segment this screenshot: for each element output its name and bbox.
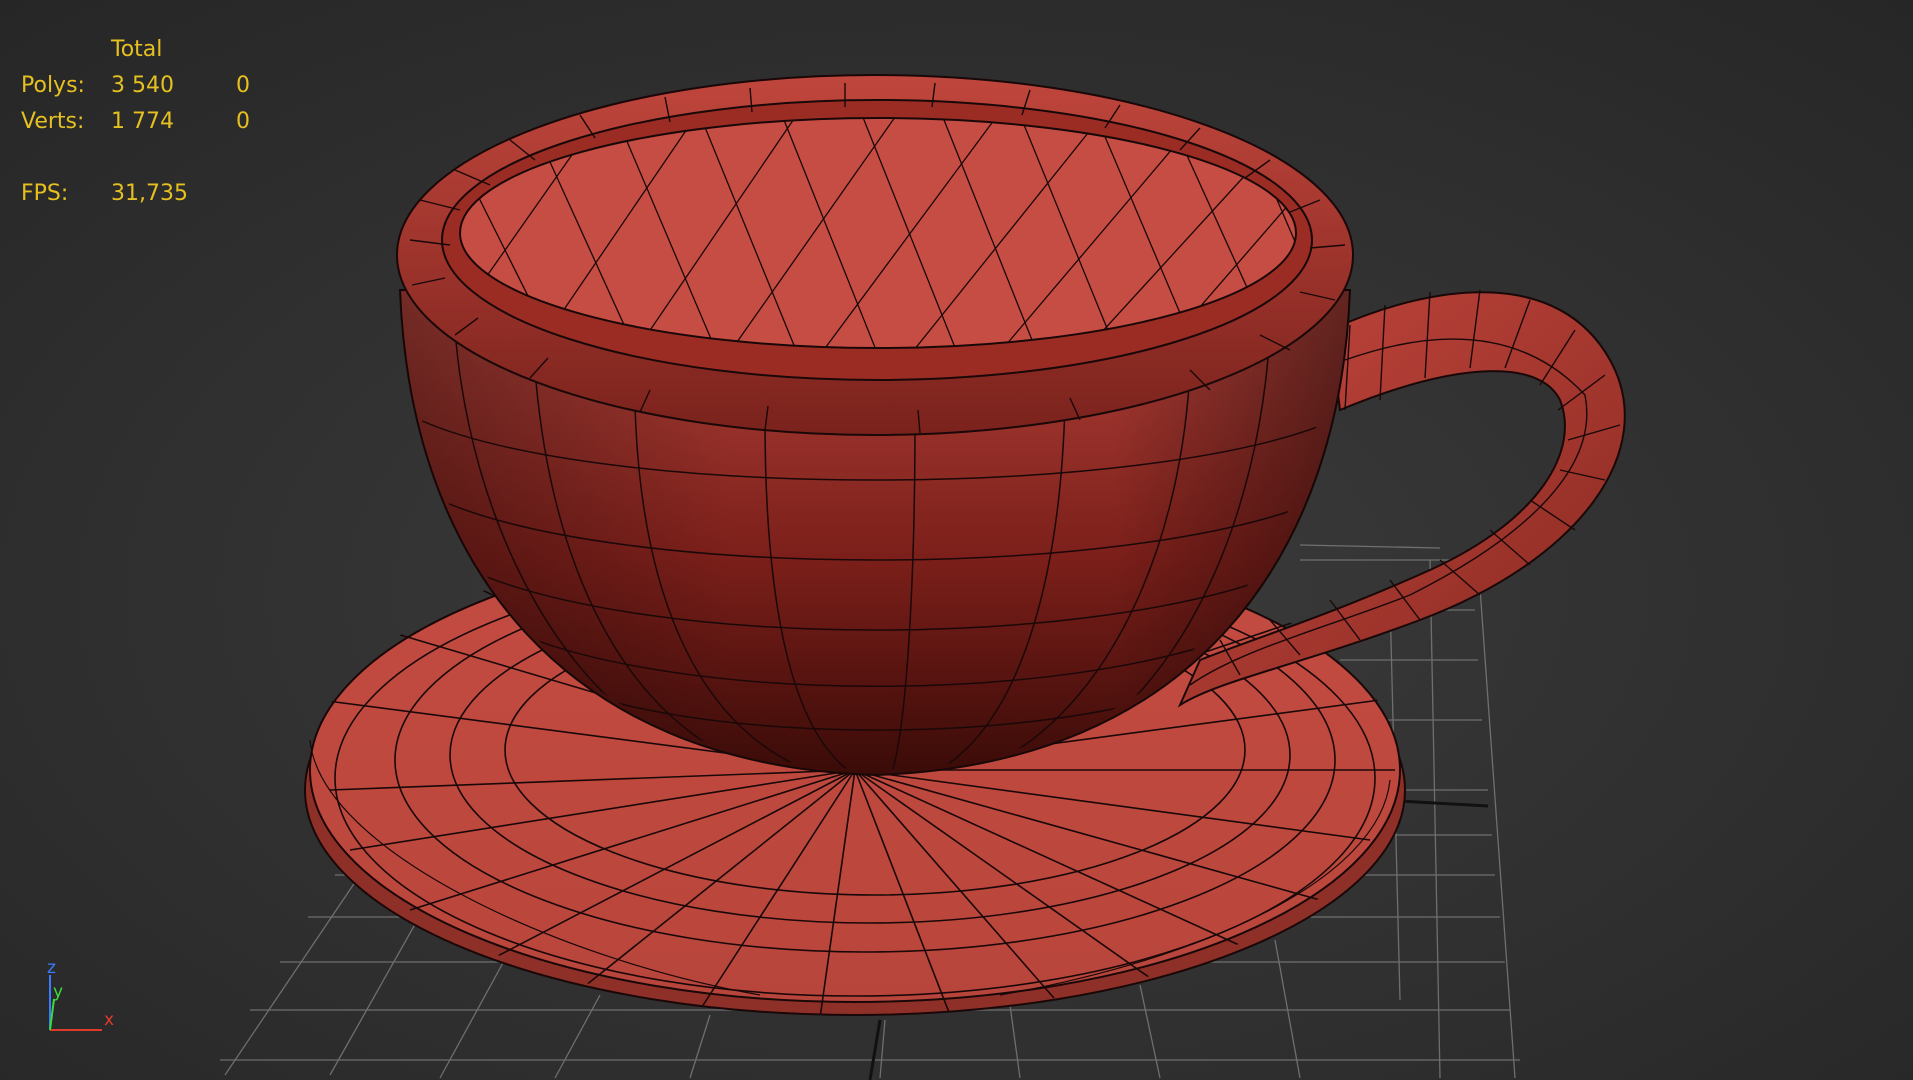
axis-y-label: y <box>53 982 63 1002</box>
stats-polys-label: Polys: <box>21 73 85 98</box>
axis-gizmo: z y x <box>47 958 114 1031</box>
stats-polys-selected: 0 <box>236 73 250 98</box>
stats-fps-value: 31,735 <box>111 181 188 206</box>
axis-x-label: x <box>104 1010 114 1030</box>
stats-verts-total: 1 774 <box>111 109 174 134</box>
scene-render[interactable] <box>0 0 1913 1080</box>
stats-total-header: Total <box>111 37 163 62</box>
axis-z-label: z <box>47 958 56 978</box>
stats-fps-label: FPS: <box>21 181 69 206</box>
stats-verts-label: Verts: <box>21 109 85 134</box>
viewport[interactable]: Total Polys: 3 540 0 Verts: 1 774 0 FPS:… <box>0 0 1913 1080</box>
stats-polys-total: 3 540 <box>111 73 174 98</box>
stats-verts-selected: 0 <box>236 109 250 134</box>
